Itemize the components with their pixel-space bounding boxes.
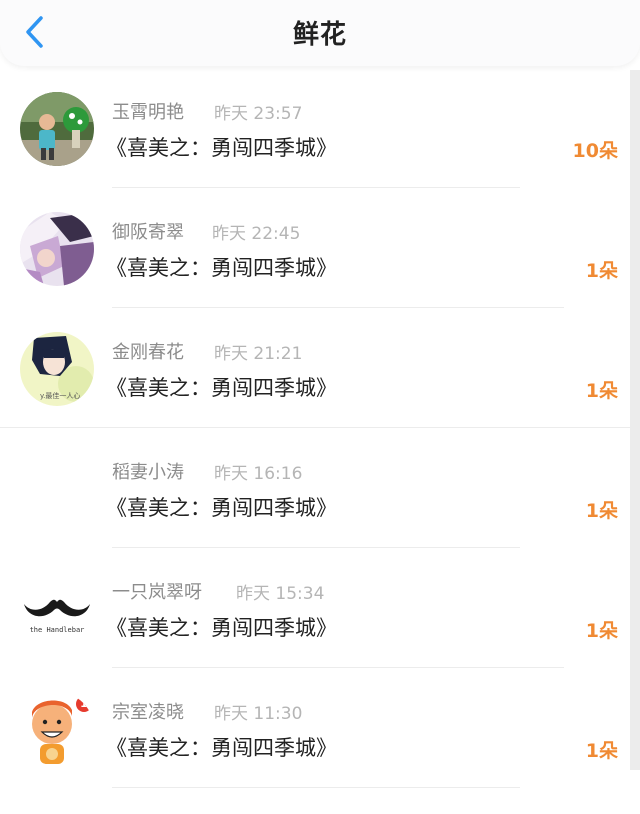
flower-count: 1朵 — [585, 260, 618, 282]
send-time: 昨天 15:34 — [236, 584, 325, 604]
list-item[interactable]: 稻妻小涛 昨天 16:16 《喜美之：勇闯四季城》 1朵 — [0, 428, 630, 548]
list-item[interactable]: 玉霄明艳 昨天 23:57 《喜美之：勇闯四季城》 10朵 — [0, 68, 630, 188]
sender-name: 御阪寄翠 — [112, 222, 184, 243]
sender-name: 玉霄明艳 — [112, 102, 184, 123]
page-title: 鲜花 — [292, 20, 347, 50]
send-time: 昨天 22:45 — [212, 224, 301, 244]
nav-bar: 鲜花 — [0, 0, 640, 66]
blank-avatar[interactable] — [20, 452, 94, 526]
work-title[interactable]: 《喜美之：勇闯四季城》 — [106, 732, 337, 762]
work-title[interactable]: 《喜美之：勇闯四季城》 — [106, 492, 337, 522]
flower-count: 1朵 — [585, 620, 618, 642]
send-time: 昨天 16:16 — [214, 464, 303, 484]
send-time: 昨天 11:30 — [214, 704, 303, 724]
send-time: 昨天 23:57 — [214, 104, 303, 124]
work-title[interactable]: 《喜美之：勇闯四季城》 — [106, 252, 337, 282]
svg-text:y.最佳一人心: y.最佳一人心 — [40, 391, 80, 400]
work-title[interactable]: 《喜美之：勇闯四季城》 — [106, 132, 337, 162]
sender-name: 宗室凌晓 — [112, 702, 184, 723]
mustache-avatar[interactable]: the Handlebar — [20, 572, 94, 646]
sender-name: 一只岚翠呀 — [112, 582, 202, 603]
list-item[interactable]: 1 宗室凌晓 昨天 11:30 《喜美之：勇闯四季城》 1朵 — [0, 668, 630, 788]
list-item[interactable]: the Handlebar 一只岚翠呀 昨天 15:34 《喜美之：勇闯四季城》… — [0, 548, 630, 668]
anime-girl-avatar[interactable]: y.最佳一人心 — [20, 332, 94, 406]
list-item[interactable] — [0, 788, 630, 814]
flower-count: 1朵 — [585, 380, 618, 402]
photo-boy-avatar[interactable] — [20, 92, 94, 166]
send-time: 昨天 21:21 — [214, 344, 303, 364]
flower-count: 1朵 — [585, 500, 618, 522]
avatar-badge: 1 — [76, 696, 92, 712]
flower-count: 1朵 — [585, 740, 618, 762]
anime-couple-avatar[interactable] — [20, 212, 94, 286]
list-item[interactable]: y.最佳一人心 金刚春花 昨天 21:21 《喜美之：勇闯四季城》 1朵 — [0, 308, 630, 428]
work-title[interactable]: 《喜美之：勇闯四季城》 — [106, 612, 337, 642]
cartoon-kid-avatar[interactable]: 1 — [20, 692, 94, 766]
flower-count: 10朵 — [572, 140, 618, 162]
list-item[interactable]: 御阪寄翠 昨天 22:45 《喜美之：勇闯四季城》 1朵 — [0, 188, 630, 308]
sender-name: 稻妻小涛 — [112, 462, 184, 483]
flower-list: 玉霄明艳 昨天 23:57 《喜美之：勇闯四季城》 10朵 御阪寄翠 昨天 22… — [0, 68, 630, 814]
sender-name: 金刚春花 — [112, 342, 184, 363]
scrollbar[interactable] — [630, 70, 640, 770]
avatar-caption: the Handlebar — [29, 626, 85, 634]
work-title[interactable]: 《喜美之：勇闯四季城》 — [106, 372, 337, 402]
flowers-screen: 鲜花 玉霄明艳 昨天 23:57 《喜美之：勇闯四季城》 10朵 御阪寄翠 昨天… — [0, 0, 640, 814]
